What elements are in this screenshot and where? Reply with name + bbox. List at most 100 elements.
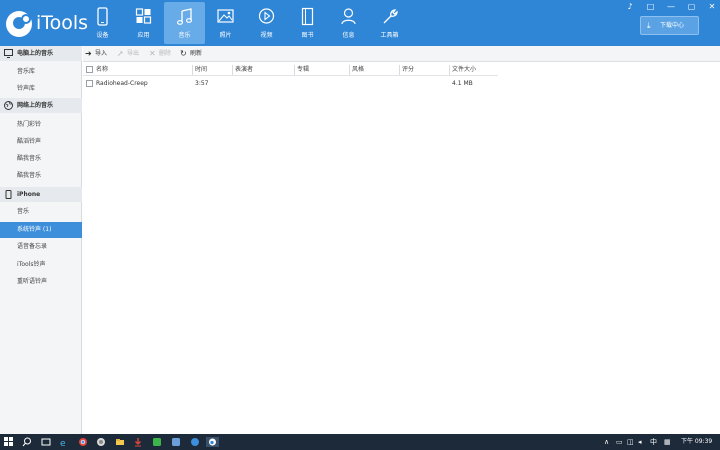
- sidebar-item-ringtone-library[interactable]: 铃声库: [0, 81, 82, 97]
- select-all-checkbox[interactable]: [86, 66, 93, 73]
- sidebar-section-pc-music[interactable]: 电脑上的音乐: [0, 46, 82, 61]
- delete-button[interactable]: ✕ 删除: [149, 49, 175, 59]
- nav-label: 视频: [260, 32, 273, 39]
- windows-start-icon[interactable]: [4, 437, 14, 447]
- wrench-icon: [383, 9, 398, 24]
- download-tool-icon[interactable]: [133, 437, 143, 447]
- ime-indicator[interactable]: 中: [650, 437, 657, 447]
- sidebar-item-label: 铃声库: [17, 85, 36, 92]
- app-icon[interactable]: [171, 437, 181, 447]
- sidebar-item-label: 音乐: [17, 208, 30, 215]
- sidebar-item-hot-ringback[interactable]: 热门彩铃: [0, 117, 82, 133]
- sidebar-section-iphone[interactable]: iPhone: [0, 187, 82, 202]
- keyboard-icon[interactable]: ▦: [664, 437, 671, 447]
- maximize-button[interactable]: ▢: [686, 2, 698, 11]
- column-header-artist[interactable]: 表演者: [235, 66, 253, 75]
- nav-video[interactable]: 视频: [246, 2, 287, 44]
- sidebar-item-custom-ringtones[interactable]: 重听语铃声: [0, 274, 82, 290]
- nav-label: 信息: [342, 32, 355, 39]
- toolbar: ➜ 导入 ➚ 导出 ✕ 删除 ↻ 刷新: [83, 46, 720, 62]
- refresh-label: 刷新: [190, 50, 203, 57]
- nav-device[interactable]: 设备: [82, 2, 123, 44]
- sidebar-item-label: 热门彩铃: [17, 121, 42, 128]
- top-bar: iTools 设备 应用 音乐 照片 视频 图书 信息 工具箱 ♪ □ — ▢ …: [0, 0, 720, 46]
- sidebar-item-label: 酷滔铃声: [17, 138, 42, 145]
- search-icon[interactable]: [22, 437, 32, 447]
- import-icon: ➜: [85, 49, 92, 58]
- photo-icon: [217, 9, 234, 23]
- column-divider[interactable]: [349, 65, 350, 75]
- column-header-genre[interactable]: 风格: [352, 66, 364, 75]
- network-icon[interactable]: ◫: [627, 437, 634, 447]
- main-content: ➜ 导入 ➚ 导出 ✕ 删除 ↻ 刷新 名称 时间 表演者 专辑 风格 评分 文…: [83, 46, 720, 434]
- music-note-icon: [176, 8, 193, 25]
- sidebar-item-kuwo-music-2[interactable]: 酷我音乐: [0, 168, 82, 184]
- phone-icon: [97, 7, 108, 26]
- volume-icon[interactable]: ◂: [638, 437, 642, 447]
- refresh-icon: ↻: [180, 49, 187, 58]
- close-button[interactable]: ✕: [706, 2, 718, 11]
- sidebar-item-label: 系统铃声 (1): [17, 226, 52, 233]
- column-divider[interactable]: [232, 65, 233, 75]
- sidebar-item-iphone-music[interactable]: 音乐: [0, 204, 82, 220]
- column-divider[interactable]: [449, 65, 450, 75]
- sidebar-item-system-ringtones[interactable]: 系统铃声 (1): [0, 222, 82, 238]
- chat-app-icon[interactable]: [152, 437, 162, 447]
- task-view-icon[interactable]: [41, 437, 51, 447]
- file-explorer-icon[interactable]: [115, 437, 125, 447]
- monitor-icon: [4, 49, 13, 58]
- sidebar-section-online-music[interactable]: 网络上的音乐: [0, 98, 82, 113]
- feedback-button[interactable]: □: [645, 2, 657, 11]
- nav-music[interactable]: 音乐: [164, 2, 205, 44]
- nav-toolbox[interactable]: 工具箱: [369, 2, 410, 44]
- sidebar-item-kuwo-music[interactable]: 酷我音乐: [0, 151, 82, 167]
- column-header-time[interactable]: 时间: [195, 66, 207, 75]
- sidebar-section-title: iPhone: [17, 191, 41, 198]
- nav-label: 照片: [219, 32, 232, 39]
- sidebar-section-title: 网络上的音乐: [17, 102, 54, 109]
- svg-text:e: e: [60, 439, 66, 447]
- column-header-name[interactable]: 名称: [96, 66, 108, 75]
- itools-taskbar-icon[interactable]: [206, 437, 219, 447]
- export-button[interactable]: ➚ 导出: [117, 49, 143, 59]
- import-button[interactable]: ➜ 导入: [85, 49, 111, 59]
- sidebar-item-itools-ringtones[interactable]: iTools铃声: [0, 257, 82, 273]
- column-divider[interactable]: [399, 65, 400, 75]
- download-center-label: 下载中心: [660, 22, 685, 29]
- nav-photos[interactable]: 照片: [205, 2, 246, 44]
- export-icon: ➚: [117, 49, 124, 58]
- nav-books[interactable]: 图书: [287, 2, 328, 44]
- show-hidden-icons-icon[interactable]: ∧: [604, 437, 609, 447]
- device-icon: [5, 190, 12, 199]
- refresh-button[interactable]: ↻ 刷新: [180, 49, 206, 59]
- cell-file-size: 4.1 MB: [452, 80, 473, 87]
- chrome-browser-icon[interactable]: [78, 437, 88, 447]
- media-app-icon[interactable]: [190, 437, 200, 447]
- sidebar-item-label: iTools铃声: [17, 261, 46, 268]
- column-header-file-size[interactable]: 文件大小: [452, 66, 476, 75]
- cell-time: 3:57: [195, 80, 209, 87]
- window-controls: ♪ □ — ▢ ✕: [624, 2, 718, 12]
- column-divider[interactable]: [192, 65, 193, 75]
- book-icon: [301, 7, 314, 26]
- sidebar-item-voice-memos[interactable]: 语音备忘录: [0, 239, 82, 255]
- sidebar-item-music-library[interactable]: 音乐库: [0, 64, 82, 80]
- nav-apps[interactable]: 应用: [123, 2, 164, 44]
- table-header: 名称 时间 表演者 专辑 风格 评分 文件大小: [83, 64, 498, 76]
- download-icon: ⤓: [647, 21, 651, 30]
- sidebar-item-online-ringtones[interactable]: 酷滔铃声: [0, 134, 82, 150]
- nav-info[interactable]: 信息: [328, 2, 369, 44]
- minimize-button[interactable]: —: [665, 2, 677, 11]
- music-player-button[interactable]: ♪: [624, 2, 636, 11]
- ie-browser-icon[interactable]: e: [59, 437, 69, 447]
- table-row[interactable]: Radiohead-Creep 3:57 4.1 MB: [83, 77, 498, 90]
- row-checkbox[interactable]: [86, 80, 93, 87]
- column-divider[interactable]: [294, 65, 295, 75]
- download-center-button[interactable]: ⤓ 下载中心: [640, 16, 699, 35]
- column-header-album[interactable]: 专辑: [297, 66, 309, 75]
- main-nav: 设备 应用 音乐 照片 视频 图书 信息 工具箱: [82, 0, 410, 46]
- column-header-rating[interactable]: 评分: [402, 66, 414, 75]
- notification-icon[interactable]: ▭: [616, 437, 623, 447]
- taskbar-clock[interactable]: 下午 09:39: [681, 438, 712, 446]
- browser-icon[interactable]: [96, 437, 106, 447]
